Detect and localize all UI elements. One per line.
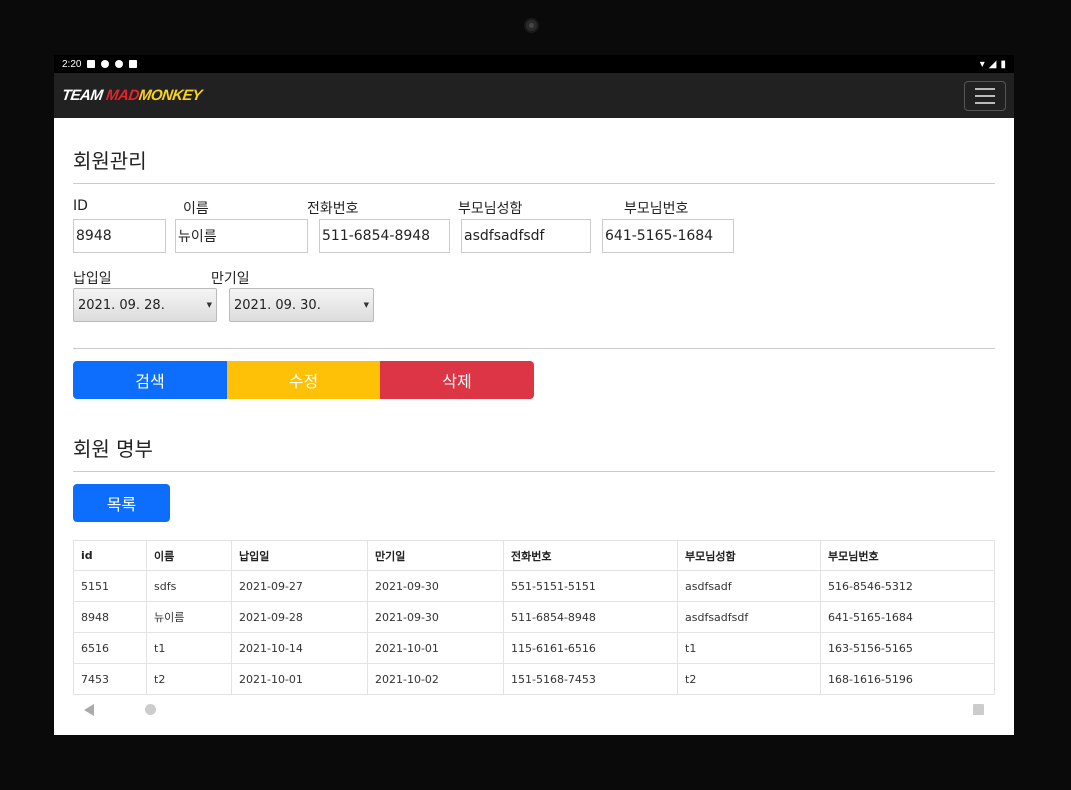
column-header: 납입일 [231,540,368,571]
pay-date-value: 2021. 09. 28. [78,297,165,313]
name-field[interactable]: 뉴이름 [175,219,308,253]
parent-name-label: 부모님성함 [458,201,523,217]
column-header: 전화번호 [503,540,678,571]
name-label: 이름 [183,201,209,217]
divider [73,471,995,472]
tablet-frame: 2:20 ▾ ◢ ▮ TEAM MADMONKEY 회원관리 ID 이름 전화번… [0,0,1071,790]
pay-date-select[interactable]: 2021. 09. 28. ▼ [73,288,217,322]
camera-icon [524,18,539,33]
status-time: 2:20 [62,58,82,70]
sd-card-icon [129,60,138,68]
menu-toggle-button[interactable] [964,80,1006,111]
divider [73,183,995,184]
id-label: ID [73,198,88,214]
column-header: 부모님성함 [677,540,821,571]
status-bar: 2:20 ▾ ◢ ▮ [54,55,1014,73]
id-field[interactable]: 8948 [73,219,166,253]
column-header: 부모님번호 [820,540,995,571]
parent-phone-label: 부모님번호 [624,201,689,217]
notification-icon [87,60,96,68]
app-notification-icon [101,60,110,68]
member-table: id 이름 납입일 만기일 전화번호 부모님성함 부모님번호 5151 sdfs… [73,540,995,695]
parent-phone-field[interactable]: 641-5165-1684 [602,219,734,253]
column-header: 만기일 [367,540,504,571]
pay-date-label: 납입일 [73,271,112,287]
search-button[interactable]: 검색 [73,361,227,399]
table-row[interactable]: 8948 뉴이름 2021-09-28 2021-09-30 511-6854-… [73,601,995,633]
dropdown-arrow-icon: ▼ [206,301,212,309]
table-row[interactable]: 6516 t1 2021-10-14 2021-10-01 115-6161-6… [73,632,995,664]
phone-label: 전화번호 [307,201,359,217]
wifi-icon: ▾ [979,58,985,70]
parent-name-field[interactable]: asdfsadfsdf [461,219,591,253]
edit-button[interactable]: 수정 [227,361,380,399]
android-nav-bar [0,690,1071,730]
column-header: 이름 [146,540,232,571]
table-row[interactable]: 5151 sdfs 2021-09-27 2021-09-30 551-5151… [73,570,995,602]
home-icon[interactable] [145,704,156,715]
signal-icon: ◢ [988,58,997,70]
brand-logo[interactable]: TEAM MADMONKEY [61,87,203,104]
exp-date-label: 만기일 [211,271,250,287]
network-notification-icon [115,60,124,68]
list-button[interactable]: 목록 [73,484,170,522]
column-header: id [73,540,147,571]
table-header-row: id 이름 납입일 만기일 전화번호 부모님성함 부모님번호 [73,540,995,571]
recent-apps-icon[interactable] [973,704,984,715]
back-icon[interactable] [84,704,94,716]
phone-field[interactable]: 511-6854-8948 [319,219,450,253]
list-title: 회원 명부 [73,437,153,461]
delete-button[interactable]: 삭제 [380,361,534,399]
divider [73,348,995,349]
navbar: TEAM MADMONKEY [54,73,1014,118]
battery-icon: ▮ [1000,58,1006,70]
screen: 2:20 ▾ ◢ ▮ TEAM MADMONKEY 회원관리 ID 이름 전화번… [54,55,1014,735]
dropdown-arrow-icon: ▼ [363,301,369,309]
page-title: 회원관리 [73,149,147,173]
exp-date-value: 2021. 09. 30. [234,297,321,313]
hamburger-icon [975,87,995,90]
exp-date-select[interactable]: 2021. 09. 30. ▼ [229,288,374,322]
main-content: 회원관리 ID 이름 전화번호 부모님성함 부모님번호 8948 뉴이름 511… [54,118,1014,735]
